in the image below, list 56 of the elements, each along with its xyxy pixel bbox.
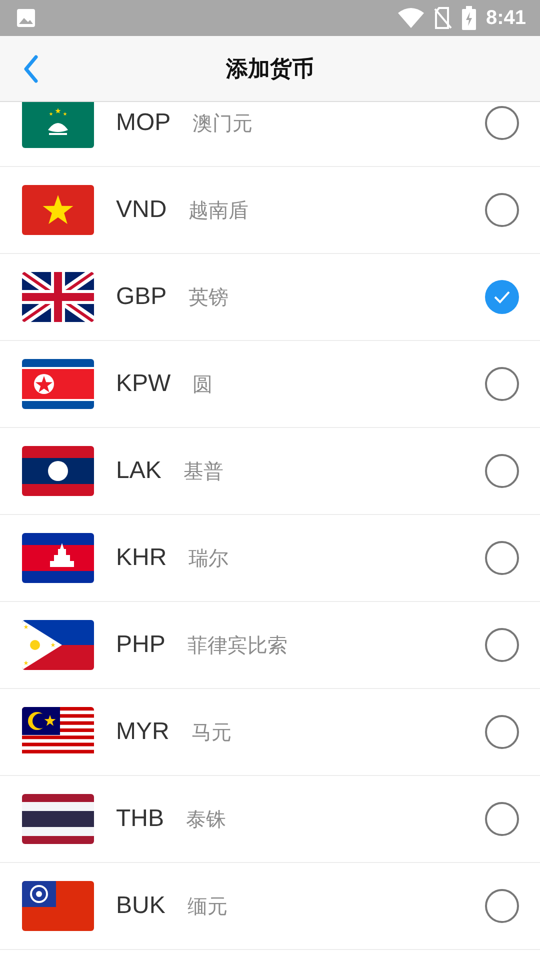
currency-code: GBP	[116, 283, 167, 311]
currency-row[interactable]: PHP 菲律宾比索	[0, 602, 540, 689]
flag-icon	[22, 881, 94, 931]
currency-row[interactable]: THB 泰铢	[0, 776, 540, 863]
currency-name: 菲律宾比索	[187, 634, 288, 658]
currency-row[interactable]: KHR 瑞尔	[0, 515, 540, 602]
currency-row[interactable]: VND 越南盾	[0, 167, 540, 254]
flag-icon	[22, 359, 94, 409]
currency-name: 泰铢	[186, 808, 227, 832]
flag-icon	[22, 272, 94, 322]
radio-button[interactable]	[485, 193, 519, 227]
image-icon	[16, 8, 36, 28]
wifi-icon	[398, 8, 424, 28]
currency-code: THB	[116, 805, 164, 833]
currency-code: PHP	[116, 631, 166, 659]
radio-button[interactable]	[485, 541, 519, 575]
clock: 8:41	[486, 6, 526, 30]
radio-button[interactable]	[485, 280, 519, 314]
currency-row[interactable]: GBP 英镑	[0, 254, 540, 341]
currency-code: VND	[116, 196, 167, 224]
radio-button[interactable]	[485, 802, 519, 836]
currency-row[interactable]: KPW 圆	[0, 341, 540, 428]
currency-name: 圆	[192, 372, 214, 398]
radio-button[interactable]	[485, 367, 519, 401]
currency-row[interactable]: LAK 基普	[0, 428, 540, 515]
flag-icon	[22, 620, 94, 670]
radio-button[interactable]	[485, 454, 519, 488]
currency-code: MYR	[116, 718, 170, 746]
flag-icon	[22, 185, 94, 235]
currency-name: 缅元	[187, 894, 228, 920]
currency-name: 基普	[183, 460, 224, 484]
currency-name: 英镑	[188, 286, 230, 310]
currency-name: 越南盾	[188, 198, 250, 224]
currency-code: BUK	[116, 892, 166, 920]
check-icon	[493, 290, 511, 304]
currency-code: KHR	[116, 544, 167, 572]
battery-icon	[462, 6, 476, 30]
currency-code: MOP	[116, 109, 171, 137]
radio-button[interactable]	[485, 106, 519, 140]
page-title: 添加货币	[226, 54, 314, 82]
flag-icon	[22, 446, 94, 496]
radio-button[interactable]	[485, 889, 519, 923]
flag-icon	[22, 533, 94, 583]
currency-code: KPW	[116, 370, 171, 398]
currency-row[interactable]: MYR 马元	[0, 689, 540, 776]
currency-name: 瑞尔	[188, 546, 230, 572]
currency-code: LAK	[116, 457, 162, 485]
currency-name: 澳门元	[192, 112, 254, 136]
currency-name: 马元	[191, 720, 232, 746]
currency-row[interactable]: MOP 澳门元	[0, 102, 540, 167]
radio-button[interactable]	[485, 715, 519, 749]
currency-row[interactable]: BUK 缅元	[0, 863, 540, 950]
flag-icon	[22, 794, 94, 844]
no-sim-icon	[434, 7, 452, 29]
back-chevron-icon	[23, 54, 39, 82]
radio-button[interactable]	[485, 628, 519, 662]
